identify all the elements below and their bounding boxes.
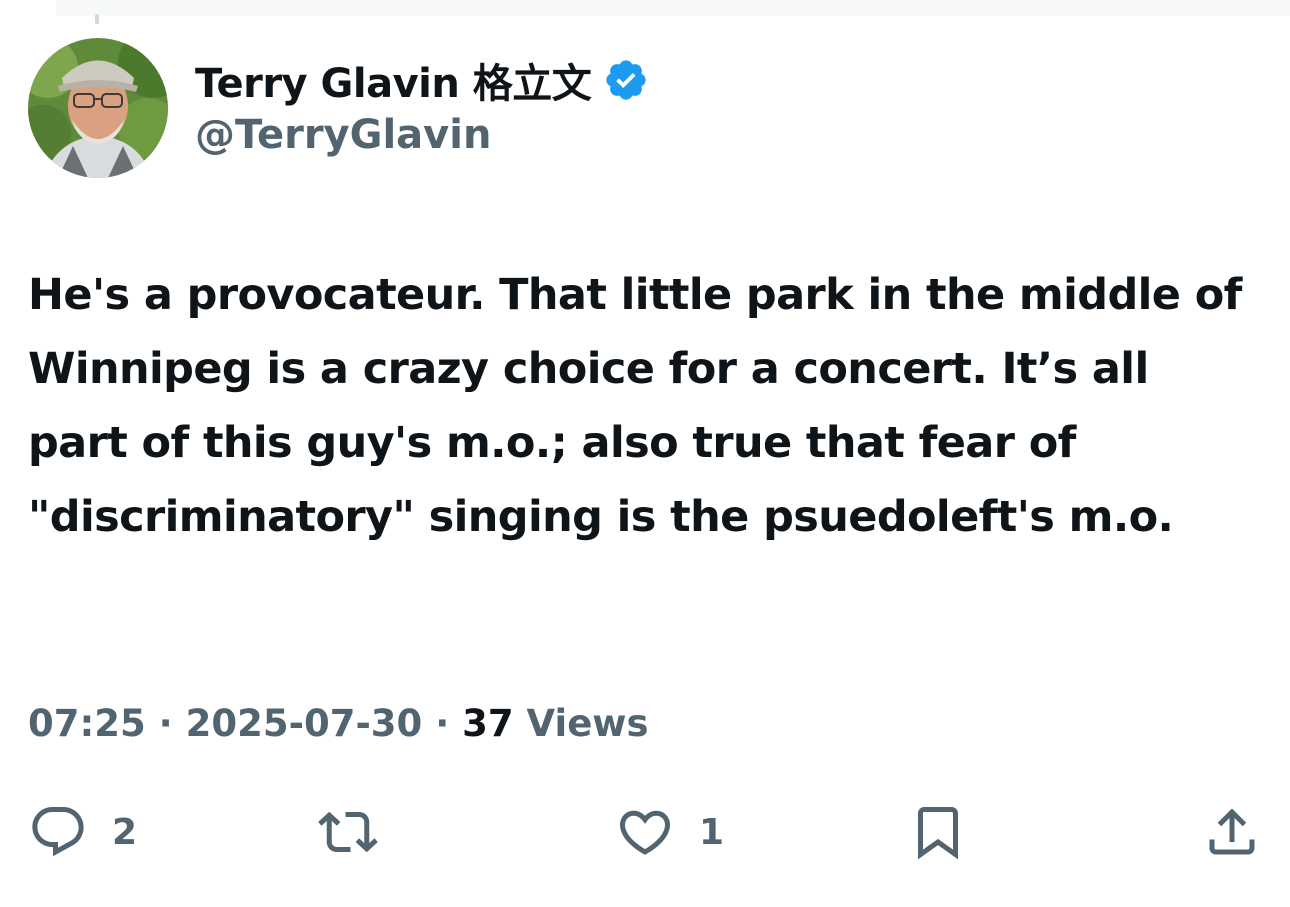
- like-button[interactable]: 1: [615, 800, 724, 864]
- meta-separator: ·: [158, 702, 173, 745]
- thread-line: [95, 14, 99, 24]
- share-icon: [1209, 808, 1255, 855]
- views-label: Views: [526, 702, 649, 745]
- tweet-date[interactable]: 2025-07-30: [186, 702, 423, 745]
- repost-button[interactable]: [318, 800, 402, 864]
- reply-icon: [32, 807, 84, 857]
- bookmark-button[interactable]: [908, 800, 968, 864]
- avatar[interactable]: [28, 38, 168, 178]
- reply-button[interactable]: 2: [28, 800, 137, 864]
- author-name-row[interactable]: Terry Glavin 格立文: [195, 50, 649, 110]
- tweet-meta: 07:25 · 2025-07-30 · 37 Views: [28, 702, 649, 745]
- bookmark-icon: [918, 807, 958, 860]
- heart-icon: [619, 810, 671, 855]
- like-count: 1: [699, 811, 725, 853]
- repost-icon: [318, 811, 378, 853]
- meta-separator: ·: [435, 702, 450, 745]
- display-name[interactable]: Terry Glavin 格立文: [195, 51, 592, 109]
- action-bar: 2 1: [0, 800, 1290, 864]
- tweet-text: He's a provocateur. That little park in …: [28, 270, 1257, 542]
- top-divider: [56, 0, 1290, 16]
- verified-badge-icon: [606, 60, 646, 100]
- tweet-time[interactable]: 07:25: [28, 702, 146, 745]
- tweet-detail: Terry Glavin 格立文 @TerryGlavin He's a pro…: [0, 0, 1290, 907]
- reply-count: 2: [112, 811, 138, 853]
- views-count: 37: [462, 702, 514, 745]
- author-handle[interactable]: @TerryGlavin: [195, 112, 491, 158]
- share-button[interactable]: [1202, 800, 1262, 864]
